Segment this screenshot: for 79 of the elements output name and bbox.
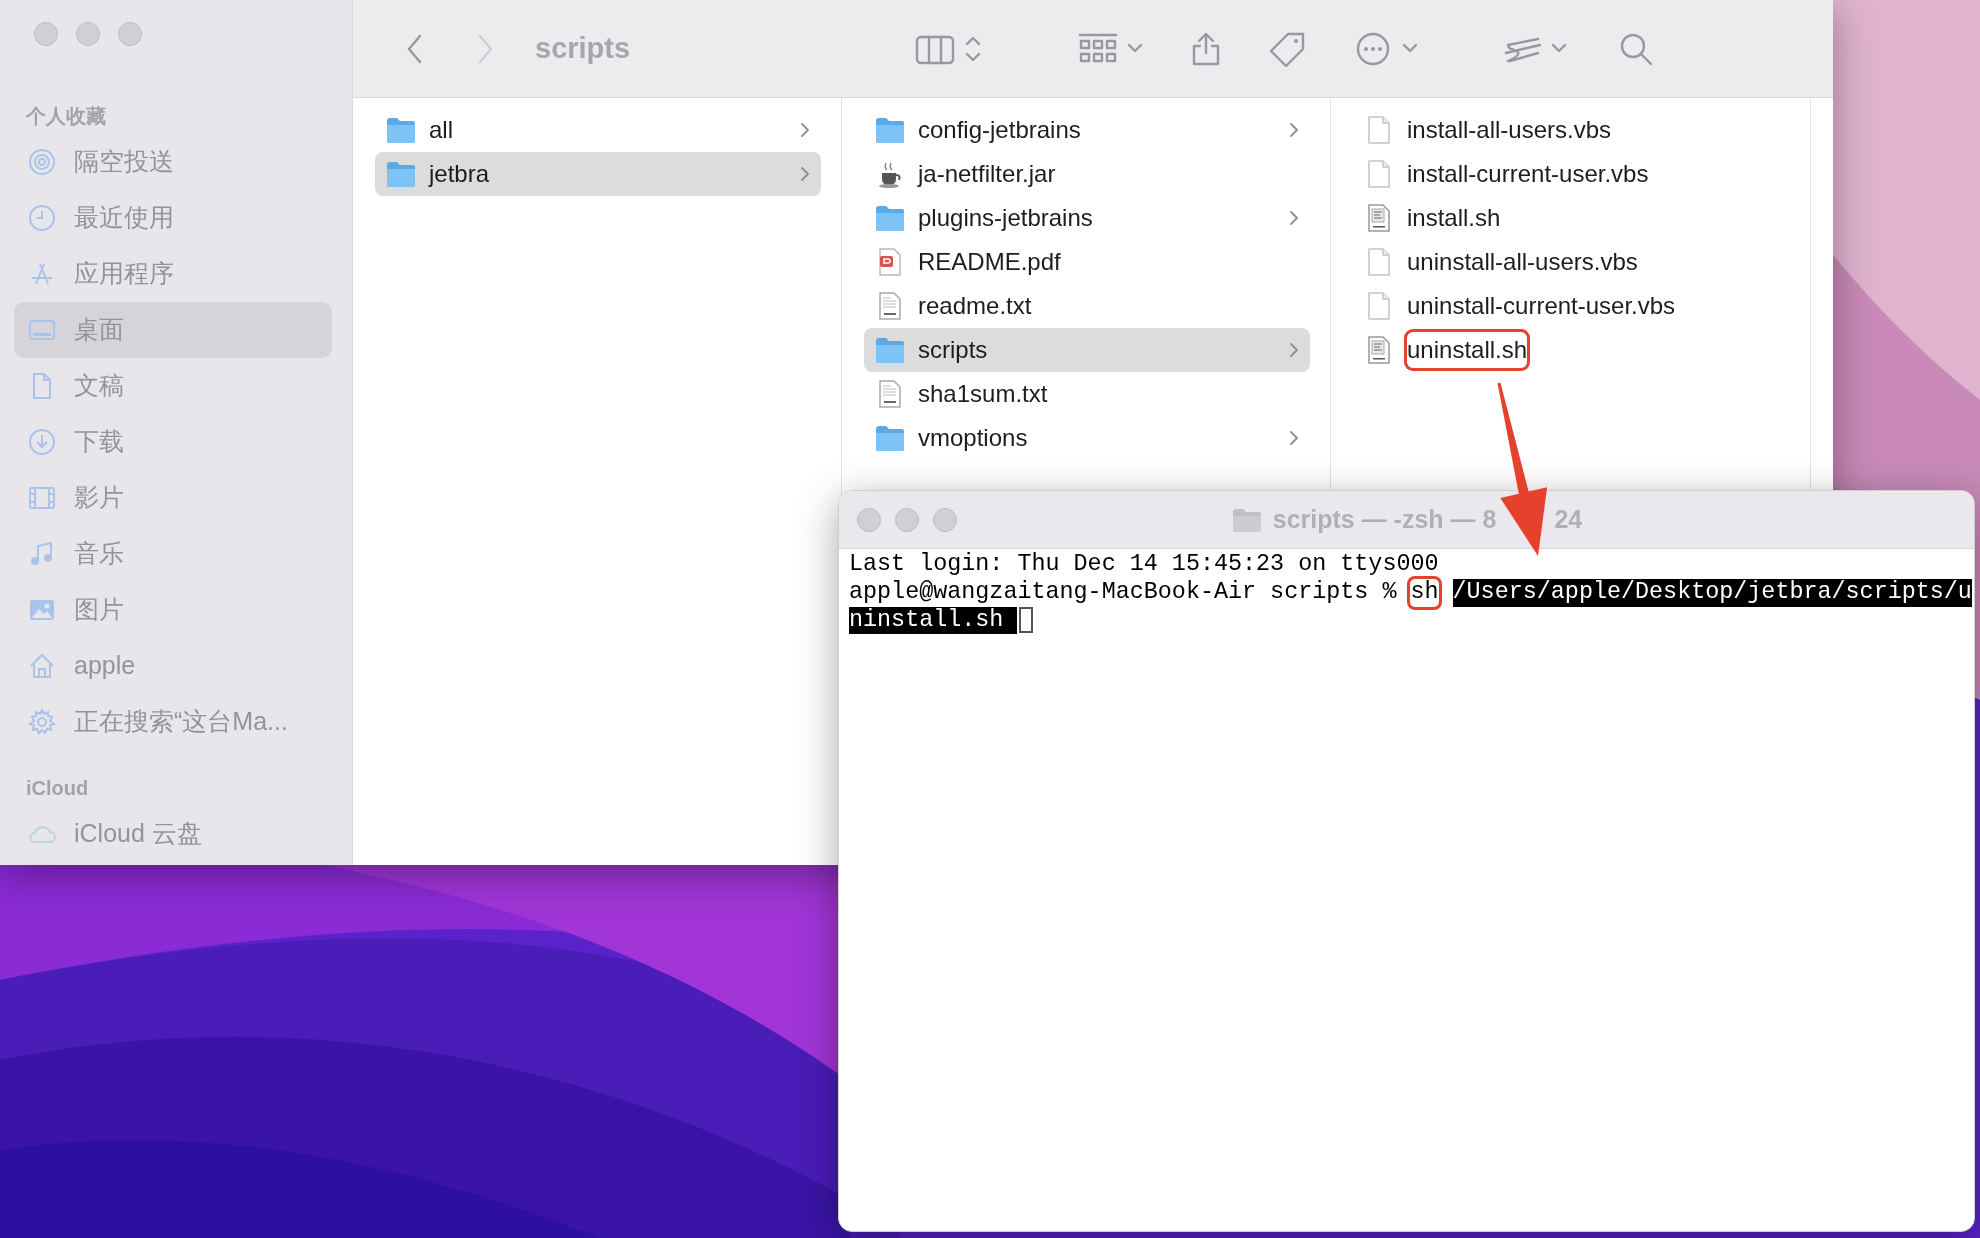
chevron-icon [1288,208,1300,228]
window-control-button[interactable] [118,22,142,46]
chevron-icon [1288,428,1300,448]
chevron-icon [1288,120,1300,140]
file-name: uninstall-all-users.vbs [1407,247,1638,277]
file-row[interactable]: plugins-jetbrains [864,196,1310,240]
file-name: install.sh [1407,203,1501,233]
sidebar-label: 文稿 [74,370,124,402]
window-control-button[interactable] [857,507,881,532]
file-row[interactable]: README.pdf [864,240,1310,284]
file-name: all [429,115,453,145]
window-control-button[interactable] [34,22,58,46]
window-title: scripts — -zsh — 8 [1272,504,1497,536]
window-control-button[interactable] [933,507,957,532]
file-name: README.pdf [918,247,1061,277]
file-row[interactable]: uninstall.sh [1353,328,1790,372]
file-row[interactable]: uninstall-all-users.vbs [1353,240,1790,284]
sidebar-heading: iCloud [25,776,90,801]
folder-icon [1230,506,1263,534]
chevron-icon [799,164,811,184]
selected-text: ninstall.sh [849,606,1018,635]
file-name: uninstall.sh [1407,332,1528,368]
terminal-text: Last login: Thu Dec 14 15:45:23 on ttys000 [849,551,1439,579]
sidebar-label: 音乐 [74,538,124,570]
file-row[interactable]: sha1sum.txt [864,372,1310,416]
file-row[interactable]: uninstall-current-user.vbs [1353,284,1790,328]
home-icon [28,652,56,680]
sidebar-label: 桌面 [74,314,124,346]
file-row[interactable]: install.sh [1353,196,1790,240]
sidebar-label: 下载 [74,426,124,458]
file-name: config-jetbrains [918,115,1081,145]
file-name: vmoptions [918,423,1028,453]
gear-icon [28,708,56,736]
file-row[interactable]: scripts [864,328,1310,372]
file-row[interactable]: readme.txt [864,284,1310,328]
window-control-button[interactable] [76,22,100,46]
sidebar-label: 应用程序 [74,258,174,290]
sidebar-label: 最近使用 [74,202,174,234]
file-name: install-all-users.vbs [1407,115,1612,145]
sidebar-label: 图片 [74,594,124,626]
file-row[interactable]: jetbra [375,152,821,196]
terminal-text: apple@wangzaitang-MacBook-Air scripts % [849,578,1398,607]
file-name: plugins-jetbrains [918,203,1093,233]
sidebar-heading: 个人收藏 [25,104,107,129]
folder-icon [874,115,906,145]
file-row[interactable]: ja-netfilter.jar [864,152,1310,196]
sidebar-label: 隔空投送 [74,146,174,178]
file-name: uninstall-current-user.vbs [1407,291,1676,321]
clock-icon [28,204,56,232]
chevron-icon [1288,340,1300,360]
file-row[interactable]: vmoptions [864,416,1310,460]
file-name: install-current-user.vbs [1407,159,1649,189]
folder-icon [874,335,906,365]
folder-title: scripts [535,30,631,66]
file-name: jetbra [429,159,490,189]
airdrop-icon [28,148,56,176]
folder-icon [874,423,906,453]
file-name: sha1sum.txt [918,379,1048,409]
chevron-icon [799,120,811,140]
sidebar-label: iCloud 云盘 [74,818,202,850]
window-title: 24 [1554,504,1583,536]
film-icon [28,484,56,512]
file-name: ja-netfilter.jar [918,159,1056,189]
file-row[interactable]: all [375,108,821,152]
file-name: scripts [918,335,988,365]
file-row[interactable]: install-all-users.vbs [1353,108,1790,152]
folder-icon [874,203,906,233]
command-text: sh [1410,578,1439,607]
selected-text: /Users/apple/Desktop/jetbra/scripts/u [1452,578,1972,607]
sidebar-label: 影片 [74,482,124,514]
window-control-button[interactable] [895,507,919,532]
file-row[interactable]: config-jetbrains [864,108,1310,152]
download-icon [28,428,56,456]
file-name: readme.txt [918,291,1032,321]
folder-icon [385,159,417,189]
sidebar-label: apple [74,650,136,682]
file-row[interactable]: install-current-user.vbs [1353,152,1790,196]
sidebar-label: 正在搜索“这台Ma... [74,706,288,738]
folder-icon [385,115,417,145]
